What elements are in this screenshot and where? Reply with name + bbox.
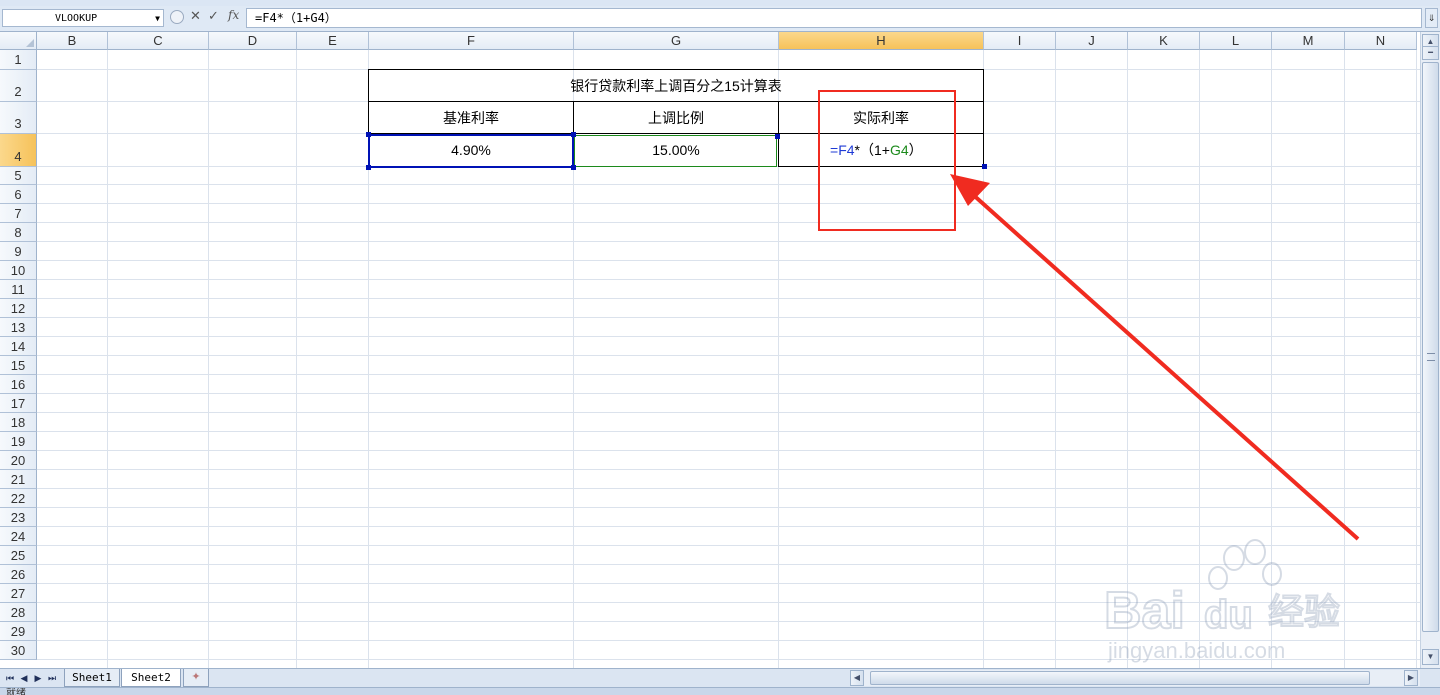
watermark-url: jingyan.baidu.com [1107,638,1285,663]
insert-sheet-icon[interactable]: ✦ [183,669,209,687]
sheet-tab-sheet2[interactable]: Sheet2 [121,669,181,687]
horizontal-scroll-thumb[interactable] [870,671,1370,685]
status-bar: 就绪 [0,687,1440,695]
annotation-arrow-head [950,174,990,206]
watermark-brand: Bai [1104,582,1185,640]
vertical-scroll-thumb[interactable] [1422,62,1439,632]
grip-icon [1427,353,1435,361]
scroll-left-arrow-icon[interactable]: ◀ [850,670,864,686]
baidu-paw-logo: Bai du 经验 jingyan.baidu.com [1103,539,1341,663]
horizontal-scrollbar[interactable]: ◀ ▶ [850,670,1420,686]
vertical-scrollbar[interactable]: ▲ ━ ▼ [1420,32,1440,668]
annotation-arrow-line [968,190,1360,541]
watermark-brand-du: du [1204,593,1253,637]
sheet-tab-bar: ⏮ ◀ ▶ ⏭ Sheet1 Sheet2 ✦ ◀ ▶ [0,668,1440,687]
status-text: 就绪 [6,688,26,695]
first-sheet-icon[interactable]: ⏮ [4,671,16,685]
scroll-down-arrow-icon[interactable]: ▼ [1422,649,1439,665]
prev-sheet-icon[interactable]: ◀ [18,671,30,685]
watermark-cn: 经验 [1268,592,1340,633]
sheet-tab-sheet1[interactable]: Sheet1 [64,669,120,687]
baidu-jingyan-watermark: Bai du 经验 jingyan.baidu.com [1100,536,1370,666]
split-handle[interactable]: ━ [1422,46,1439,60]
next-sheet-icon[interactable]: ▶ [32,671,44,685]
last-sheet-icon[interactable]: ⏭ [46,671,58,685]
scroll-right-arrow-icon[interactable]: ▶ [1404,670,1418,686]
